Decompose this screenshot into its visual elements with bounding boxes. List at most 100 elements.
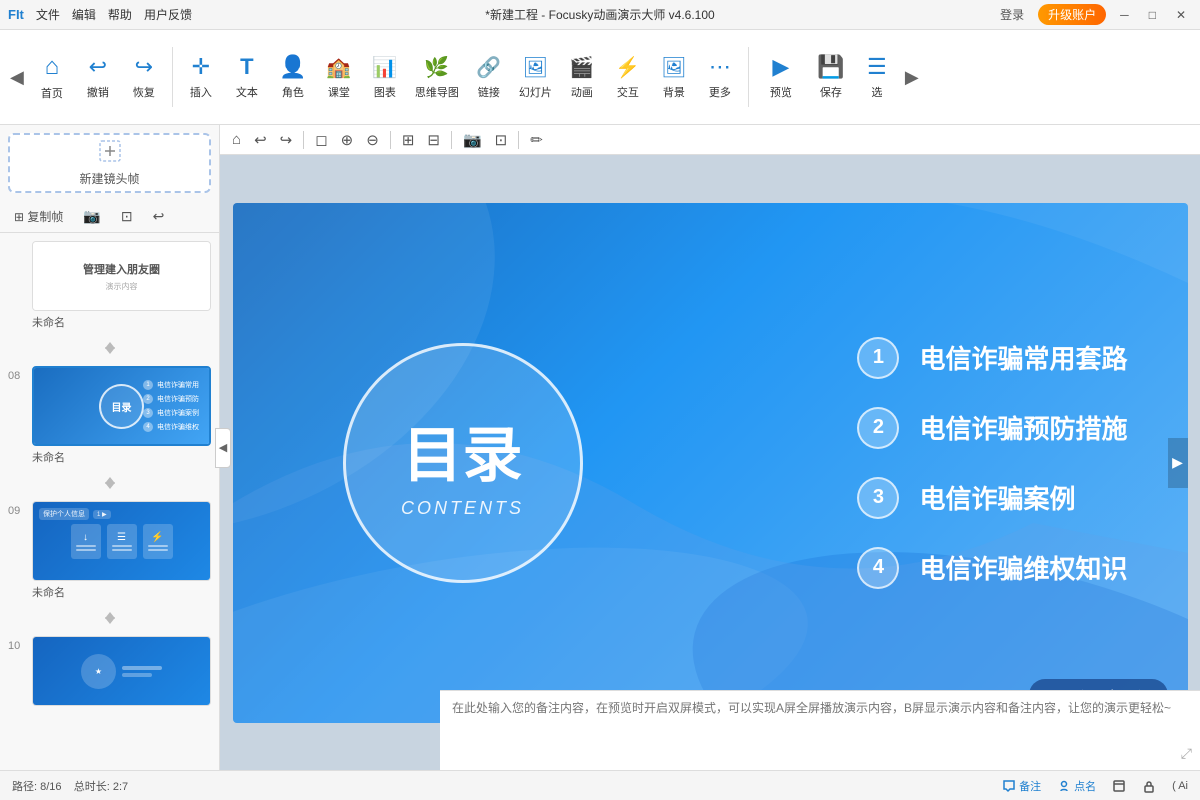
menu-item-text-1: 电信诈骗常用套路 <box>919 339 1127 376</box>
interact-label: 交互 <box>617 84 639 100</box>
toolbar-divider-1 <box>172 47 173 107</box>
toolbar-undo[interactable]: ↩ 撤销 <box>76 37 120 117</box>
canvas-grid-icon[interactable]: ⊞ <box>398 129 419 151</box>
canvas-align-icon[interactable]: ⊟ <box>423 129 444 151</box>
menu-item-text-2: 电信诈骗预防措施 <box>919 409 1127 446</box>
camera-tool-button[interactable]: 📷 <box>77 205 106 228</box>
toolbar-role[interactable]: 👤 角色 <box>271 37 315 117</box>
toolbar-redo[interactable]: ↪ 恢复 <box>122 37 166 117</box>
new-frame-button[interactable]: 新建镜头帧 <box>8 133 211 193</box>
slide-divider-icon-2 <box>0 469 219 497</box>
more-icon: ⋯ <box>709 54 731 80</box>
toolbar-insert[interactable]: ✛ 插入 <box>179 37 223 117</box>
toolbar-home[interactable]: ⌂ 首页 <box>30 37 74 117</box>
left-panel: 新建镜头帧 ⊞ 复制帧 📷 ⊡ ↩ 管理建入朋友圈 演示内容 <box>0 125 220 770</box>
point-button[interactable]: 点名 <box>1057 778 1096 794</box>
toolbar-mindmap[interactable]: 🌿 思维导图 <box>409 37 465 117</box>
main-toolbar: ◀ ⌂ 首页 ↩ 撤销 ↪ 恢复 ✛ 插入 T 文本 👤 角色 🏫 课堂 📊 图… <box>0 30 1200 125</box>
slide-item-blank[interactable]: 管理建入朋友圈 演示内容 未命名 <box>0 237 219 334</box>
title-bar: FIt 文件 编辑 帮助 用户反馈 *新建工程 - Focusky动画演示大师 … <box>0 0 1200 30</box>
insert-label: 插入 <box>190 84 212 100</box>
status-bar: 路径: 8/16 总时长: 2:7 备注 点名 <box>0 770 1200 800</box>
slide-num-10: 10 <box>8 640 28 652</box>
toolbar-background[interactable]: 🖼 背景 <box>652 37 696 117</box>
mindmap-label: 思维导图 <box>415 84 459 100</box>
canvas-frame-icon[interactable]: ◻ <box>311 129 331 151</box>
redo-label: 恢复 <box>133 84 155 100</box>
chart-icon: 📊 <box>372 55 397 80</box>
contents-circle: 目录 CONTENTS <box>343 343 583 583</box>
canvas-area: ⌂ ↩ ↪ ◻ ⊕ ⊖ ⊞ ⊟ 📷 ⊡ ✏ <box>220 125 1200 770</box>
new-frame-label: 新建镜头帧 <box>79 170 139 187</box>
insert-icon: ✛ <box>192 54 210 80</box>
menu-feedback[interactable]: 用户反馈 <box>144 6 192 23</box>
lock-status-button[interactable] <box>1142 779 1156 793</box>
canvas-redo-icon[interactable]: ↪ <box>276 129 297 151</box>
toolbar-preview[interactable]: ▶ 预览 <box>755 37 807 117</box>
slide-num-08: 08 <box>8 370 28 382</box>
slide-item-09[interactable]: 09 保护个人信息 1 ▶ ↓ <box>0 497 219 604</box>
minimize-button[interactable]: ─ <box>1114 6 1135 24</box>
menu-item-row-1: 1 电信诈骗常用套路 <box>857 337 1127 379</box>
ctb-sep-2 <box>390 131 391 149</box>
toolbar-class[interactable]: 🏫 课堂 <box>317 37 361 117</box>
slide-item-08[interactable]: 08 目录 1电信诈骗常用 2电信诈骗预防 3电信诈骗案例 4电信诈骗维权 <box>0 362 219 469</box>
copy-frame-button[interactable]: ⊞ 复制帧 <box>8 205 69 228</box>
menu-file[interactable]: 文件 <box>36 6 60 23</box>
minimize-status-button[interactable] <box>1112 779 1126 793</box>
login-button[interactable]: 登录 <box>994 4 1030 25</box>
canvas-home-icon[interactable]: ⌂ <box>228 129 245 150</box>
toolbar-text[interactable]: T 文本 <box>225 37 269 117</box>
select-label: 选 <box>871 84 882 100</box>
contents-subtitle: CONTENTS <box>401 498 524 519</box>
frame-resize-button[interactable]: ⊡ <box>115 205 139 228</box>
save-icon: 💾 <box>817 54 844 80</box>
undo-icon: ↩ <box>89 54 107 80</box>
toolbar-nav-right[interactable]: ▶ <box>901 63 923 92</box>
window-controls: 登录 升级账户 ─ □ ✕ <box>994 4 1192 25</box>
annotation-button[interactable]: 备注 <box>1002 778 1041 794</box>
canvas-zoom-out-icon[interactable]: ⊖ <box>362 129 383 151</box>
menu-item-row-2: 2 电信诈骗预防措施 <box>857 407 1127 449</box>
menu-item-row-3: 3 电信诈骗案例 <box>857 477 1127 519</box>
upgrade-button[interactable]: 升级账户 <box>1038 4 1106 25</box>
notes-textarea[interactable] <box>440 691 1200 770</box>
toolbar-more[interactable]: ⋯ 更多 <box>698 37 742 117</box>
toolbar-interact[interactable]: ⚡ 交互 <box>606 37 650 117</box>
window-title: *新建工程 - Focusky动画演示大师 v4.6.100 <box>485 6 714 23</box>
canvas-camera-icon[interactable]: 📷 <box>459 129 486 151</box>
frame-back-button[interactable]: ↩ <box>147 205 171 228</box>
status-path: 路径: 8/16 <box>12 781 62 793</box>
menu-edit[interactable]: 编辑 <box>72 6 96 23</box>
toolbar-save[interactable]: 💾 保存 <box>809 37 853 117</box>
canvas-fullscreen-icon[interactable]: ⊡ <box>491 129 512 151</box>
text-icon: T <box>240 54 253 80</box>
menu-help[interactable]: 帮助 <box>108 6 132 23</box>
main-layout: 新建镜头帧 ⊞ 复制帧 📷 ⊡ ↩ 管理建入朋友圈 演示内容 <box>0 125 1200 770</box>
maximize-button[interactable]: □ <box>1143 6 1162 24</box>
toolbar-link[interactable]: 🔗 链接 <box>467 37 511 117</box>
slide-num-09: 09 <box>8 505 28 517</box>
interact-icon: ⚡ <box>615 55 640 80</box>
canvas-zoom-in-icon[interactable]: ⊕ <box>337 129 358 151</box>
collapse-panel-button[interactable]: ◀ <box>215 428 231 468</box>
animation-icon: 🎬 <box>569 55 594 80</box>
link-icon: 🔗 <box>476 55 501 80</box>
slide-item-10[interactable]: 10 ★ <box>0 632 219 713</box>
slide-canvas[interactable]: 目录 CONTENTS 1 电信诈骗常用套路 2 电信诈骗预防措施 3 <box>220 155 1200 770</box>
text-label: 文本 <box>236 84 258 100</box>
slide-label-blank: 未命名 <box>8 314 65 330</box>
ai-text[interactable]: ( Ai <box>1172 780 1188 792</box>
right-edge-arrow[interactable]: ▶ <box>1168 438 1188 488</box>
toolbar-nav-left[interactable]: ◀ <box>6 63 28 92</box>
close-button[interactable]: ✕ <box>1170 6 1192 24</box>
toolbar-select[interactable]: ☰ 选 <box>855 37 899 117</box>
canvas-edit-icon[interactable]: ✏ <box>526 129 547 151</box>
toolbar-animation[interactable]: 🎬 动画 <box>560 37 604 117</box>
home-icon: ⌂ <box>45 53 60 81</box>
canvas-undo-icon[interactable]: ↩ <box>250 129 271 151</box>
ctb-sep-3 <box>451 131 452 149</box>
toolbar-slide[interactable]: 🖼 幻灯片 <box>513 37 558 117</box>
toolbar-chart[interactable]: 📊 图表 <box>363 37 407 117</box>
notes-expand-button[interactable]: ⤢ <box>1181 745 1192 762</box>
